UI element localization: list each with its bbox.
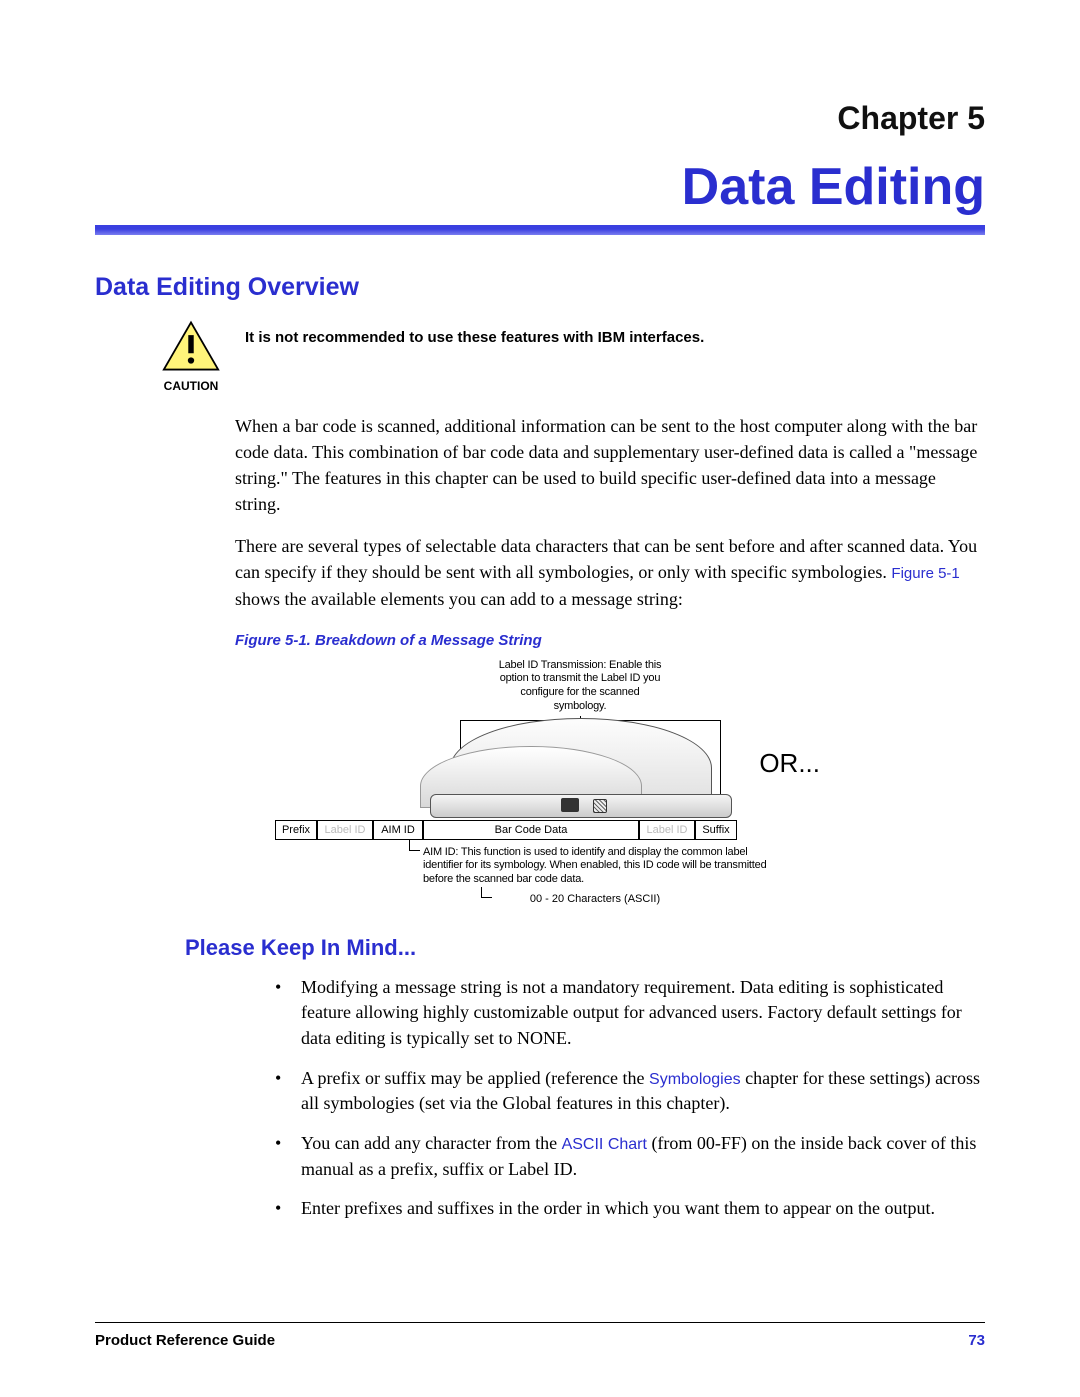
figure-ascii-note: 00 - 20 Characters (ASCII) [495,893,695,905]
cell-suffix: Suffix [695,820,737,840]
overview-paragraph-1: When a bar code is scanned, additional i… [235,413,985,517]
list-item: Enter prefixes and suffixes in the order… [275,1196,985,1222]
para2-text-b: shows the available elements you can add… [235,589,683,609]
chapter-title: Data Editing [95,157,985,217]
bullet-text: Enter prefixes and suffixes in the order… [301,1198,935,1218]
bullet-text: Modifying a message string is not a mand… [301,977,962,1048]
figure-reference-link[interactable]: Figure 5-1 [891,565,959,582]
caution-text: It is not recommended to use these featu… [245,320,704,348]
title-divider [95,225,985,235]
caution-block: CAUTION It is not recommended to use the… [155,320,985,393]
message-string-row: Prefix Label ID AIM ID Bar Code Data Lab… [275,820,885,840]
keepinmind-list: Modifying a message string is not a mand… [275,975,985,1222]
section-heading-keepinmind: Please Keep In Mind... [185,935,985,961]
footer-divider [95,1322,985,1323]
figure-message-string: Label ID Transmission: Enable this optio… [275,659,885,905]
chapter-number: Chapter 5 [95,100,985,137]
figure-or-label: OR... [759,748,820,779]
list-item: You can add any character from the ASCII… [275,1131,985,1182]
ascii-chart-link[interactable]: ASCII Chart [562,1136,647,1153]
page-number: 73 [968,1332,985,1349]
cell-labelid-1: Label ID [317,820,373,840]
cell-prefix: Prefix [275,820,317,840]
caution-icon [162,359,220,376]
caution-label: CAUTION [155,379,227,393]
bullet-text-pre: You can add any character from the [301,1133,562,1153]
figure-labelid-note: Label ID Transmission: Enable this optio… [495,659,665,714]
footer-guide-title: Product Reference Guide [95,1332,275,1349]
list-item: A prefix or suffix may be applied (refer… [275,1066,985,1117]
figure-aimid-note: AIM ID: This function is used to identif… [423,846,778,887]
cell-barcode-data: Bar Code Data [423,820,639,840]
cell-aimid: AIM ID [373,820,423,840]
bullet-text-pre: A prefix or suffix may be applied (refer… [301,1068,649,1088]
figure-caption: Figure 5-1. Breakdown of a Message Strin… [235,632,985,649]
overview-paragraph-2: There are several types of selectable da… [235,533,985,611]
cell-labelid-2: Label ID [639,820,695,840]
para2-text-a: There are several types of selectable da… [235,536,977,582]
section-heading-overview: Data Editing Overview [95,273,985,302]
list-item: Modifying a message string is not a mand… [275,975,985,1052]
scanner-illustration: OR... [400,718,760,818]
symbologies-link[interactable]: Symbologies [649,1071,741,1088]
